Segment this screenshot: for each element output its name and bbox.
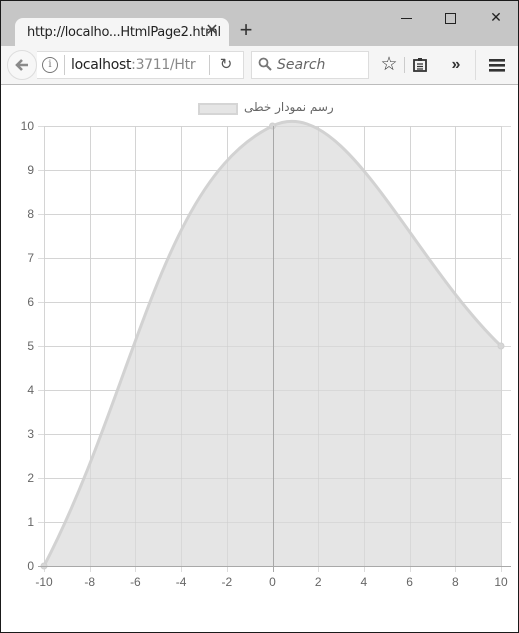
toolbar-separator-2 [475,50,476,80]
y-tick-label: 3 [27,427,34,441]
maximize-button[interactable] [435,7,465,27]
browser-tab[interactable]: http://localho...HtmlPage2.html ✕ [15,18,229,46]
url-bar[interactable]: i localhost:3711/Htr ↻ [37,51,244,79]
url-separator [64,55,65,75]
y-tick-label: 10 [21,119,35,133]
url-path: :3711/Htr [131,57,196,73]
x-tick-label: 4 [361,575,368,589]
y-tick-label: 5 [27,339,34,353]
search-icon [258,57,272,71]
reload-icon[interactable]: ↻ [217,56,235,74]
search-bar[interactable] [251,51,369,79]
reload-separator [209,55,210,75]
x-tick-label: 2 [315,575,322,589]
series-area-fill [44,121,501,566]
page-content: رسم نمودار خطی 0 1 2 3 4 5 6 7 8 9 10 -10 -8 -6 -4 -2 0 2… [1,85,518,632]
tab-title: http://localho...HtmlPage2.html [27,25,221,40]
navigation-toolbar: i localhost:3711/Htr ↻ ☆ » [1,46,518,85]
y-tick-label: 9 [27,163,34,177]
x-tick-label: -4 [176,575,187,589]
minimize-icon [400,17,412,19]
data-point [497,342,505,350]
x-tick-label: -8 [84,575,95,589]
maximize-icon [444,12,456,24]
y-tick-label: 8 [27,207,34,221]
bookmark-star-icon[interactable]: ☆ [379,55,399,75]
y-tick-label: 6 [27,295,34,309]
y-tick-label: 1 [27,515,34,529]
title-bar: http://localho...HtmlPage2.html ✕ + ✕ [1,1,518,46]
data-point [269,122,276,130]
new-tab-button[interactable]: + [237,19,255,41]
x-tick-label: 8 [452,575,459,589]
back-button[interactable] [7,50,37,80]
chart-area [42,119,503,567]
chevron-double-right-icon[interactable]: » [446,55,466,75]
toolbar-separator [404,57,405,73]
x-tick-label: -2 [221,575,232,589]
minimize-button[interactable] [391,7,421,27]
x-tick-label: -10 [35,575,53,589]
url-host: localhost [71,57,132,73]
info-icon[interactable]: i [42,57,58,73]
tab-close-icon[interactable]: ✕ [204,23,220,39]
reading-list-icon[interactable] [410,55,430,75]
x-tick-label: 10 [494,575,508,589]
browser-window: http://localho...HtmlPage2.html ✕ + ✕ i … [0,0,519,633]
y-tick-label: 0 [27,559,34,573]
x-tick-label: -6 [130,575,141,589]
y-tick-label: 4 [27,383,34,397]
window-close-button[interactable]: ✕ [481,7,511,27]
x-tick-label: 0 [269,575,276,589]
x-tick-label: 6 [406,575,413,589]
line-chart: 0 1 2 3 4 5 6 7 8 9 10 -10 -8 -6 -4 -2 0 2 4 6 8 10 [21,119,511,589]
search-input[interactable] [277,52,365,78]
url-text[interactable]: localhost:3711/Htr [71,57,196,73]
hamburger-menu-icon[interactable] [487,55,507,75]
y-tick-label: 2 [27,471,34,485]
y-tick-label: 7 [27,251,34,265]
back-arrow-icon [15,59,28,71]
